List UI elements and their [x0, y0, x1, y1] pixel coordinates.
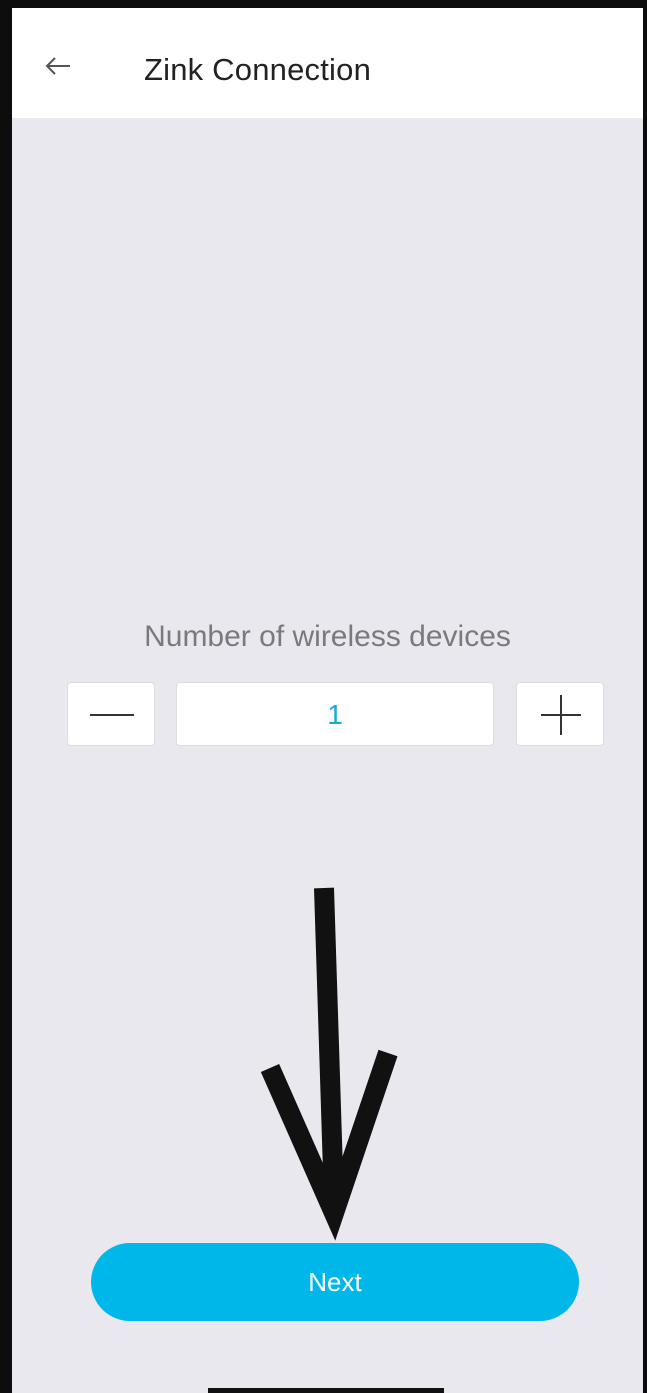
- devices-count-label: Number of wireless devices: [144, 620, 511, 653]
- page-title: Zink Connection: [144, 52, 372, 87]
- back-arrow-icon[interactable]: [44, 52, 72, 80]
- app-screen: Zink Connection Number of wireless devic…: [0, 0, 647, 1393]
- home-indicator: [208, 1388, 444, 1393]
- minus-icon: [90, 714, 134, 716]
- next-button[interactable]: Next: [91, 1243, 579, 1321]
- plus-icon: [541, 695, 581, 735]
- increment-button[interactable]: [516, 682, 604, 746]
- device-count-value[interactable]: 1: [176, 682, 494, 746]
- header-bar: Zink Connection: [12, 8, 643, 118]
- decrement-button[interactable]: [67, 682, 155, 746]
